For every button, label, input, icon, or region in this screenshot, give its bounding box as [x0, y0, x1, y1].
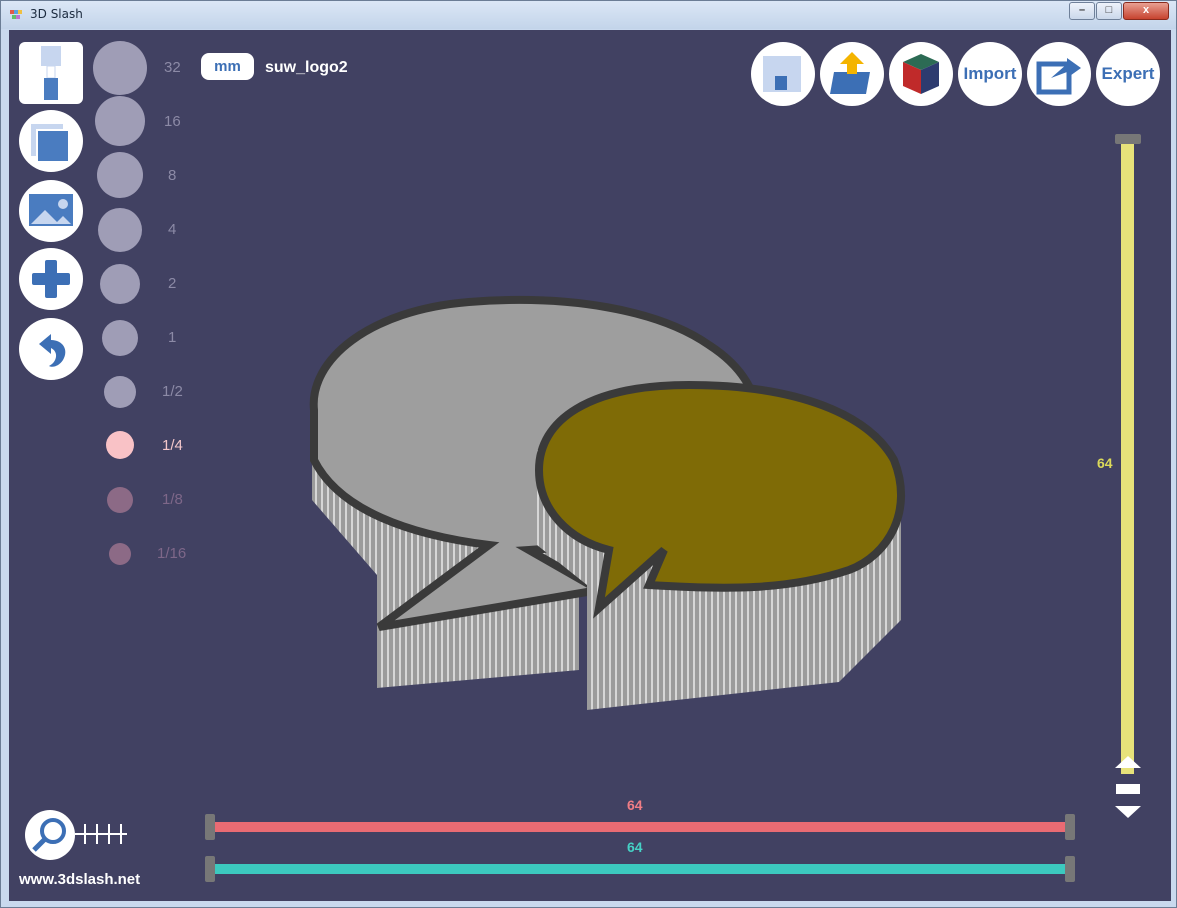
size-option-4[interactable]	[98, 208, 142, 252]
teal-slider-value: 64	[627, 839, 643, 855]
vertical-slider-track[interactable]	[1121, 144, 1134, 774]
size-option-sixteenth[interactable]	[109, 543, 131, 565]
image-tool-button[interactable]	[19, 180, 83, 242]
file-name: suw_logo2	[265, 59, 348, 76]
zoom-button[interactable]	[25, 810, 75, 860]
close-button[interactable]: x	[1123, 2, 1169, 20]
folder-open-icon	[830, 52, 870, 94]
red-slider-value: 64	[627, 797, 643, 813]
image-icon	[29, 194, 73, 226]
size-label-4: 4	[168, 221, 177, 238]
size-label-2: 2	[168, 275, 177, 292]
speech-bubble-model	[309, 295, 906, 710]
size-option-16[interactable]	[95, 96, 145, 146]
size-option-1[interactable]	[102, 320, 138, 356]
size-option-32[interactable]	[93, 41, 147, 95]
size-option-8[interactable]	[97, 152, 143, 198]
red-slider[interactable]	[205, 814, 1075, 840]
zoom-slider[interactable]	[75, 820, 129, 850]
maximize-button[interactable]: □	[1096, 2, 1122, 20]
save-icon	[763, 56, 801, 92]
magnifier-icon	[32, 818, 66, 852]
title-bar: 3D Slash – □ x	[1, 1, 1176, 29]
add-button[interactable]	[19, 248, 83, 310]
share-button[interactable]	[1027, 42, 1091, 106]
import-label: Import	[963, 64, 1017, 83]
app-window: 3D Slash – □ x 32 16 8 4 2 1 1/2 1/4 1/8…	[0, 0, 1177, 908]
layer-arrows-icon[interactable]	[1113, 754, 1143, 822]
size-label-quarter: 1/4	[162, 437, 183, 454]
minimize-button[interactable]: –	[1069, 2, 1095, 20]
red-slider-left-handle[interactable]	[205, 814, 215, 840]
teal-slider-right-handle[interactable]	[1065, 856, 1075, 882]
cube-tool-button[interactable]	[19, 110, 83, 172]
undo-icon	[39, 334, 66, 367]
teal-slider-left-handle[interactable]	[205, 856, 215, 882]
color-cube-icon	[903, 54, 939, 94]
size-label-1: 1	[168, 329, 177, 346]
import-button[interactable]: Import	[958, 42, 1022, 106]
teal-slider[interactable]	[205, 856, 1075, 882]
unit-toggle-button[interactable]: mm	[201, 53, 254, 80]
window-title: 3D Slash	[30, 7, 83, 21]
open-button[interactable]	[820, 42, 884, 106]
size-label-32: 32	[164, 59, 181, 76]
website-link[interactable]: www.3dslash.net	[19, 871, 140, 888]
app-logo-icon	[10, 10, 22, 20]
size-label-8: 8	[168, 167, 177, 184]
cube-icon	[31, 124, 70, 163]
vertical-slider-value: 64	[1097, 455, 1113, 471]
hammer-tool-button[interactable]	[19, 42, 83, 104]
size-option-quarter[interactable]	[106, 431, 134, 459]
size-label-sixteenth: 1/16	[157, 545, 187, 562]
red-slider-right-handle[interactable]	[1065, 814, 1075, 840]
viewport-3d[interactable]: 32 16 8 4 2 1 1/2 1/4 1/8 1/16 mm suw_lo…	[9, 30, 1171, 901]
gold-bubble	[534, 380, 906, 710]
size-option-eighth[interactable]	[107, 487, 133, 513]
share-icon	[1036, 58, 1081, 95]
size-label-16: 16	[164, 113, 181, 130]
undo-button[interactable]	[19, 318, 83, 380]
3d-cube-button[interactable]	[889, 42, 953, 106]
size-option-2[interactable]	[100, 264, 140, 304]
gray-bubble	[309, 295, 769, 688]
size-label-half: 1/2	[162, 383, 183, 400]
expert-label: Expert	[1101, 64, 1155, 83]
plus-icon	[32, 260, 70, 298]
hammer-tool-icon	[41, 46, 61, 100]
expert-button[interactable]: Expert	[1096, 42, 1160, 106]
vertical-slider-top-handle[interactable]	[1115, 134, 1141, 144]
size-label-eighth: 1/8	[162, 491, 183, 508]
save-button[interactable]	[751, 42, 815, 106]
size-option-half[interactable]	[104, 376, 136, 408]
